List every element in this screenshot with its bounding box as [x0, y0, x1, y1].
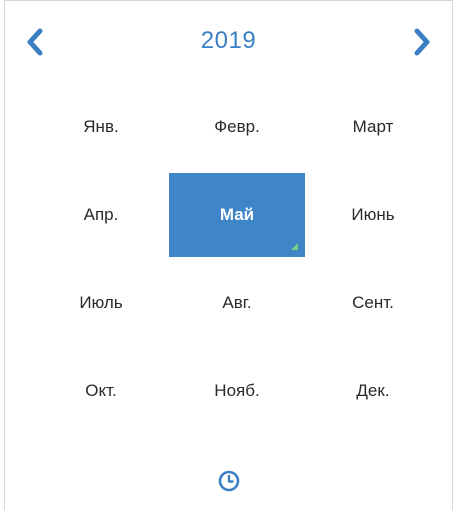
month-jan[interactable]: Янв. — [33, 85, 169, 169]
month-label: Март — [352, 117, 394, 136]
month-sep[interactable]: Сент. — [305, 261, 441, 345]
month-label: Апр. — [83, 205, 119, 224]
month-may-selected[interactable]: Май — [169, 173, 305, 257]
month-feb[interactable]: Февр. — [169, 85, 305, 169]
month-label: Окт. — [85, 381, 117, 400]
month-label: Авг. — [222, 293, 252, 312]
clock-icon — [218, 470, 239, 492]
month-label: Февр. — [214, 117, 260, 136]
month-label: Сент. — [352, 293, 394, 312]
month-label: Июль — [79, 293, 123, 312]
month-label: Июнь — [351, 205, 395, 224]
picker-footer — [5, 461, 452, 501]
month-label: Янв. — [83, 117, 119, 136]
current-month-marker — [291, 243, 298, 250]
chevron-right-icon — [414, 28, 430, 56]
prev-year-button[interactable] — [21, 25, 49, 59]
time-toggle-button[interactable] — [217, 469, 241, 493]
month-dec[interactable]: Дек. — [305, 349, 441, 433]
month-jun[interactable]: Июнь — [305, 173, 441, 257]
month-mar[interactable]: Март — [305, 85, 441, 169]
picker-header: 2019 — [5, 1, 452, 81]
month-nov[interactable]: Нояб. — [169, 349, 305, 433]
month-picker: 2019 Янв. Февр. Март Апр. Май Июнь Июль … — [4, 0, 453, 510]
next-year-button[interactable] — [408, 25, 436, 59]
month-aug[interactable]: Авг. — [169, 261, 305, 345]
year-label[interactable]: 2019 — [201, 27, 256, 55]
month-label: Май — [219, 205, 255, 224]
month-label: Нояб. — [214, 381, 260, 400]
month-grid: Янв. Февр. Март Апр. Май Июнь Июль Авг. … — [33, 85, 441, 433]
month-apr[interactable]: Апр. — [33, 173, 169, 257]
month-label: Дек. — [356, 381, 390, 400]
chevron-left-icon — [27, 28, 43, 56]
month-oct[interactable]: Окт. — [33, 349, 169, 433]
month-jul[interactable]: Июль — [33, 261, 169, 345]
